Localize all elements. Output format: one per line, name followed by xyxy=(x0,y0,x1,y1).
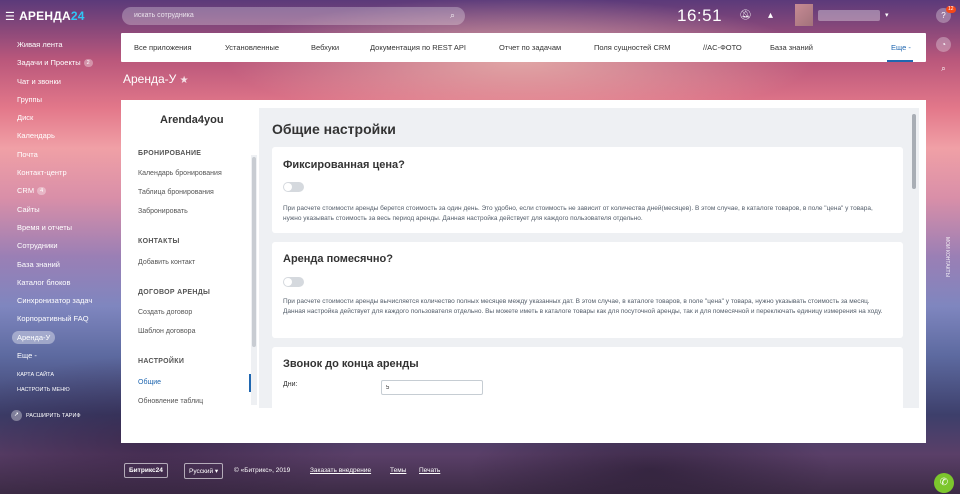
menu-item-faq[interactable]: Корпоративный FAQ xyxy=(0,310,118,328)
section-heading-contacts: КОНТАКТЫ xyxy=(138,238,180,245)
portal-logo[interactable]: ☰ АРЕНДА24 xyxy=(5,9,85,23)
avatar[interactable] xyxy=(795,4,813,26)
tab-all-apps[interactable]: Все приложения xyxy=(134,43,192,52)
menu-item-block-catalog[interactable]: Каталог блоков xyxy=(0,274,118,292)
call-before-end-card: Звонок до конца аренды Дни: xyxy=(272,347,903,408)
menu-item-crm[interactable]: CRM 4 xyxy=(0,182,118,200)
search-input[interactable]: искать сотрудника ⌕ xyxy=(122,7,465,25)
language-select[interactable]: Русский ▾ xyxy=(184,463,224,479)
sidebar-scrollbar-thumb[interactable] xyxy=(252,157,256,347)
monthly-rent-toggle[interactable] xyxy=(283,277,304,287)
star-icon[interactable]: ★ xyxy=(180,75,189,86)
card-description: При расчете стоимости аренды берется сто… xyxy=(283,205,873,222)
print-link[interactable]: Печать xyxy=(419,467,440,474)
clock[interactable]: 16:51 xyxy=(677,6,722,26)
search-placeholder: искать сотрудника xyxy=(134,12,194,19)
card-title: Аренда помесячно? xyxy=(283,253,393,265)
themes-link[interactable]: Темы xyxy=(390,467,406,474)
notification-badge: 12 xyxy=(946,6,956,13)
card-description: При расчете стоимости аренды вычисляется… xyxy=(283,298,883,315)
menu-item-employees[interactable]: Сотрудники xyxy=(0,237,118,255)
app-name: Arenda4you xyxy=(160,114,224,126)
tab-more[interactable]: Еще - xyxy=(891,43,911,52)
counter-badge: 4 xyxy=(37,187,47,196)
search-icon[interactable]: ⌕ xyxy=(450,10,455,21)
settings-title: Общие настройки xyxy=(272,121,396,137)
tab-task-report[interactable]: Отчет по задачам xyxy=(499,43,561,52)
section-heading-settings: НАСТРОЙКИ xyxy=(138,358,185,365)
link-booking-table[interactable]: Таблица бронирования xyxy=(138,189,214,196)
link-create-contract[interactable]: Создать договор xyxy=(138,309,192,316)
section-heading-contract: ДОГОВОР АРЕНДЫ xyxy=(138,289,211,296)
expand-tariff-button[interactable]: ➚ РАСШИРИТЬ ТАРИФ xyxy=(11,410,81,421)
fixed-price-card: Фиксированная цена? При расчете стоимост… xyxy=(272,147,903,233)
search-icon[interactable]: ⌕ xyxy=(936,61,951,76)
menu-item-mail[interactable]: Почта xyxy=(0,146,118,164)
tab-crm-fields[interactable]: Поля сущностей CRM xyxy=(594,43,671,52)
fixed-price-toggle[interactable] xyxy=(283,182,304,192)
notifications-icon[interactable]: ◔ xyxy=(936,37,951,52)
link-book[interactable]: Забронировать xyxy=(138,208,188,215)
link-add-contact[interactable]: Добавить контакт xyxy=(138,259,195,266)
workday-icon[interactable]: ▴ xyxy=(768,10,773,21)
app-frame: Arenda4you БРОНИРОВАНИЕ Календарь бронир… xyxy=(121,100,926,443)
menu-item-time-reports[interactable]: Время и отчеты xyxy=(0,219,118,237)
menu-item-feed[interactable]: Живая лента xyxy=(0,36,118,54)
brand-badge[interactable]: Битрикс24 xyxy=(124,463,168,478)
menu-item-contact-center[interactable]: Контакт-центр xyxy=(0,164,118,182)
logo-text: АРЕНДА24 xyxy=(19,9,85,23)
app-sidebar: Arenda4you БРОНИРОВАНИЕ Календарь бронир… xyxy=(121,100,259,443)
menu-item-groups[interactable]: Группы xyxy=(0,91,118,109)
menu-item-tasks[interactable]: Задачи и Проекты 2 xyxy=(0,54,118,72)
card-title: Звонок до конца аренды xyxy=(283,358,419,370)
sitemap-link[interactable]: КАРТА САЙТА xyxy=(17,372,54,378)
menu-item-knowledge-base[interactable]: База знаний xyxy=(0,256,118,274)
menu-item-arenda[interactable]: Аренда-У xyxy=(0,329,118,347)
app-tabs-bar: Все приложения Установленные Вебхуки Док… xyxy=(121,33,926,62)
days-input[interactable] xyxy=(381,380,483,395)
link-general-settings[interactable]: Общие xyxy=(138,379,161,386)
menu-item-more[interactable]: Еще - xyxy=(0,347,118,365)
expand-tariff-label: РАСШИРИТЬ ТАРИФ xyxy=(26,412,81,419)
menu-item-calendar[interactable]: Календарь xyxy=(0,127,118,145)
menu-item-task-sync[interactable]: Синхронизатор задач xyxy=(0,292,118,310)
counter-badge: 2 xyxy=(83,59,93,68)
language-value: Русский xyxy=(189,468,214,475)
active-tab-indicator xyxy=(887,60,913,62)
user-name-blurred[interactable] xyxy=(818,10,880,21)
chevron-down-icon[interactable]: ▾ xyxy=(885,11,889,19)
section-heading-booking: БРОНИРОВАНИЕ xyxy=(138,150,202,157)
menu-item-sites[interactable]: Сайты xyxy=(0,201,118,219)
content-scrollbar-thumb[interactable] xyxy=(912,114,916,189)
tab-rest-docs[interactable]: Документация по REST API xyxy=(370,43,466,52)
setup-menu-link[interactable]: НАСТРОИТЬ МЕНЮ xyxy=(17,387,70,393)
tab-knowledge-base[interactable]: База знаний xyxy=(770,43,813,52)
link-contract-template[interactable]: Шаблон договора xyxy=(138,328,195,335)
tab-installed[interactable]: Установленные xyxy=(225,43,279,52)
settings-content: Общие настройки Фиксированная цена? При … xyxy=(259,108,919,408)
order-implementation-link[interactable]: Заказать внедрение xyxy=(310,467,371,474)
hamburger-icon[interactable]: ☰ xyxy=(5,10,15,23)
rocket-icon: ➚ xyxy=(11,410,22,421)
menu-item-disk[interactable]: Диск xyxy=(0,109,118,127)
left-menu: Живая лента Задачи и Проекты 2 Чат и звон… xyxy=(0,36,118,365)
link-booking-calendar[interactable]: Календарь бронирования xyxy=(138,170,222,177)
contacts-rail-label[interactable]: МОИ КОНТАКТЫ xyxy=(936,232,950,282)
monthly-rent-card: Аренда помесячно? При расчете стоимости … xyxy=(272,242,903,338)
phone-icon[interactable]: ✆ xyxy=(934,473,954,493)
page-title: Аренда-У ★ xyxy=(123,72,189,86)
bell-off-icon[interactable]: 🔕︎ xyxy=(739,10,752,21)
copyright: © «Битрикс», 2019 xyxy=(234,467,291,474)
card-title: Фиксированная цена? xyxy=(283,159,405,171)
menu-item-chat[interactable]: Чат и звонки xyxy=(0,73,118,91)
tab-webhooks[interactable]: Вебхуки xyxy=(311,43,339,52)
days-label: Дни: xyxy=(283,381,298,388)
link-update-tables[interactable]: Обновление таблиц xyxy=(138,398,203,405)
tab-ac-foto[interactable]: //AC-ФОТО xyxy=(703,43,742,52)
